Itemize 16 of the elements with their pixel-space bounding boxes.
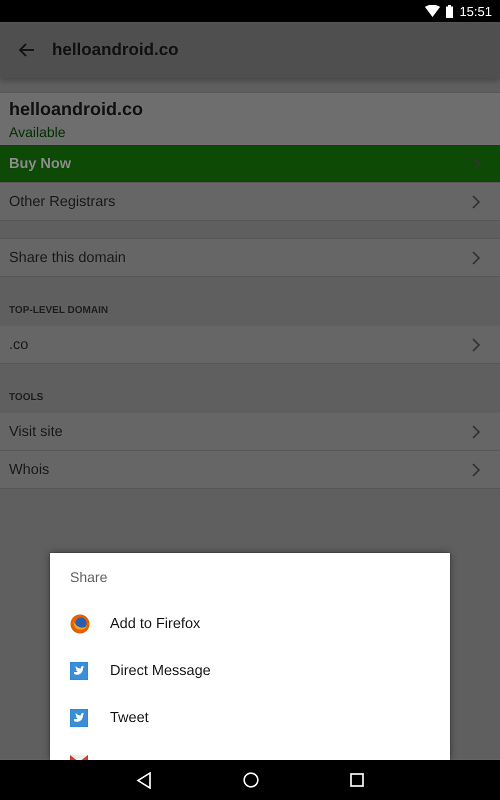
section-header: TOOLS: [8, 391, 44, 405]
list-row[interactable]: Whois: [0, 451, 500, 489]
list-row[interactable]: .co: [0, 326, 500, 364]
share-option[interactable]: Add to Firefox: [110, 616, 200, 632]
list-row[interactable]: Visit site: [0, 413, 500, 451]
dialog-title: Share: [69, 568, 108, 587]
domain-name: helloandroid.co: [9, 99, 144, 120]
domain-status: Available: [9, 124, 67, 140]
share-option[interactable]: Direct Message: [110, 662, 211, 678]
clock-time: 15:51: [459, 4, 492, 18]
list-row[interactable]: Other Registrars: [0, 183, 500, 221]
toolbar-title: helloandroid.co: [52, 40, 179, 60]
list-row[interactable]: Share this domain: [0, 239, 500, 277]
buy-now-row[interactable]: Buy Now: [0, 145, 500, 183]
section-header: TOP-LEVEL DOMAIN: [8, 304, 110, 318]
share-option[interactable]: Tweet: [110, 710, 149, 726]
